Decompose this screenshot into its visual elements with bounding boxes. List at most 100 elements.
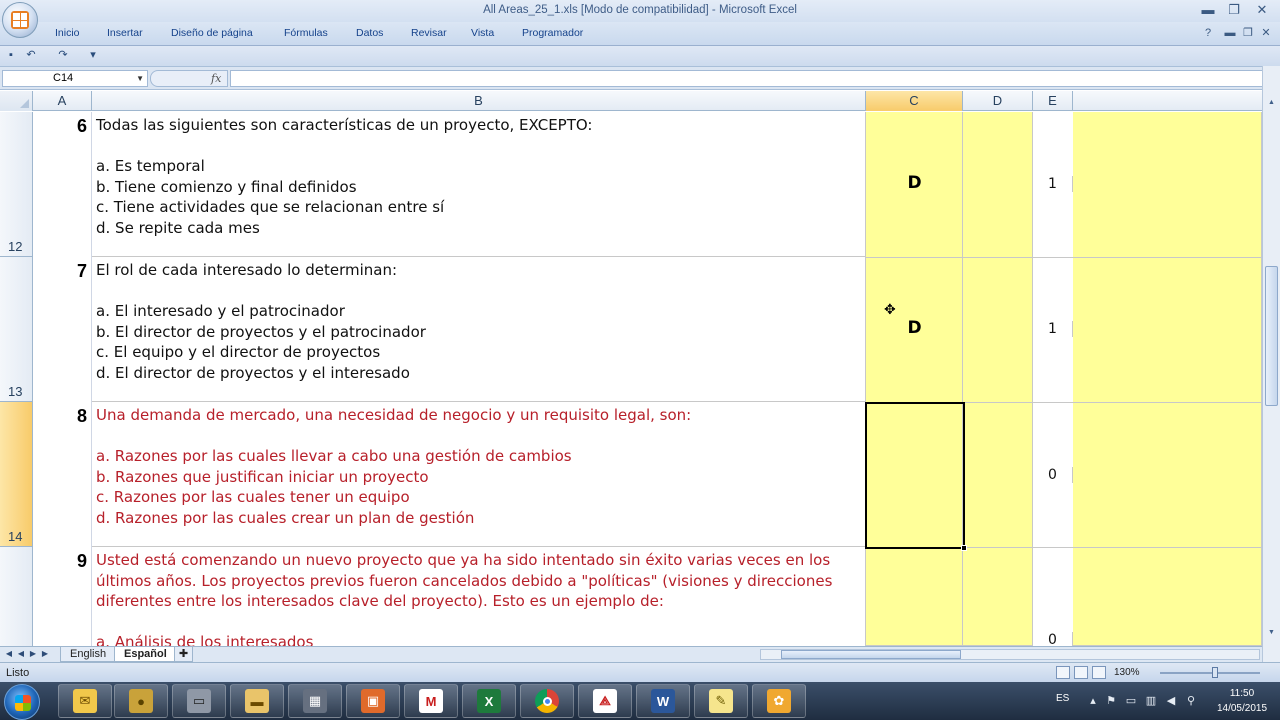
pdf-icon: ⟁ (593, 689, 617, 713)
tab-revisar[interactable]: Revisar (411, 27, 447, 39)
taskbar-notes[interactable]: ✎ (694, 684, 748, 718)
start-button[interactable] (4, 684, 40, 720)
horizontal-scroll-thumb[interactable] (781, 650, 961, 659)
zoom-knob[interactable] (1212, 667, 1218, 678)
formula-bar: C14 ▼ fx (0, 66, 1280, 90)
cell-b14[interactable]: Una demanda de mercado, una necesidad de… (92, 402, 866, 547)
score-cell-e14[interactable]: 0 (1033, 467, 1073, 483)
scroll-up-icon[interactable]: ▲ (1265, 96, 1278, 110)
taskbar-chrome[interactable] (520, 684, 574, 718)
cell-b13[interactable]: El rol de cada interesado lo determinan:… (92, 257, 866, 402)
cell-b15[interactable]: Usted está comenzando un nuevo proyecto … (92, 547, 866, 646)
taskbar-coins[interactable]: ● (114, 684, 168, 718)
answer-cell-c13[interactable]: D (866, 318, 963, 338)
zoom-slider[interactable] (1160, 667, 1260, 678)
score-cell-e13[interactable]: 1 (1033, 321, 1073, 337)
column-header-c[interactable]: C (866, 91, 963, 111)
show-hidden-icons-icon[interactable]: ▴ (1086, 694, 1100, 708)
taskbar-slides[interactable]: ▣ (346, 684, 400, 718)
taskbar-scanner[interactable]: ▭ (172, 684, 226, 718)
name-box[interactable]: C14 ▼ (2, 70, 148, 87)
sheet-tab-espanol[interactable]: Español (114, 647, 177, 662)
ribbon-minimize-icon[interactable]: ▬ (1222, 25, 1238, 41)
taskbar-calculator[interactable]: ▦ (288, 684, 342, 718)
row-header-12[interactable]: 12 (0, 112, 33, 257)
formula-input[interactable] (230, 70, 1266, 87)
office-button[interactable] (2, 2, 38, 38)
tab-insertar[interactable]: Insertar (107, 27, 143, 39)
usb-icon[interactable]: ⚲ (1184, 694, 1198, 708)
ribbon-restore-icon[interactable]: ❐ (1240, 25, 1256, 41)
active-cell-c14[interactable] (865, 402, 967, 551)
clock-time[interactable]: 11:50 (1214, 688, 1270, 699)
cell-a13[interactable]: 7 (33, 257, 92, 402)
cell-b12[interactable]: Todas las siguientes son características… (92, 112, 866, 257)
taskbar-excel[interactable]: X (462, 684, 516, 718)
horizontal-scrollbar[interactable] (760, 649, 1260, 660)
column-header-d[interactable]: D (963, 91, 1033, 111)
taskbar-m-app[interactable]: M (404, 684, 458, 718)
fill-handle[interactable] (961, 545, 967, 551)
sheet-tab-english[interactable]: English (60, 647, 117, 662)
cell-a12[interactable]: 6 (33, 112, 92, 257)
taskbar-pdf[interactable]: ⟁ (578, 684, 632, 718)
column-header-a[interactable]: A (33, 91, 92, 111)
page-break-view-icon[interactable] (1092, 666, 1106, 679)
redo-icon[interactable]: ↷ (56, 48, 70, 62)
row-header-15[interactable] (0, 547, 33, 646)
worksheet-grid[interactable]: A B C D E 12 6 Todas las siguientes son … (0, 91, 1262, 646)
vertical-scroll-thumb[interactable] (1265, 266, 1278, 406)
prev-sheet-icon[interactable]: ◀ (16, 649, 26, 658)
next-sheet-icon[interactable]: ▶ (28, 649, 38, 658)
fx-area: fx (150, 70, 228, 87)
select-all-corner[interactable] (0, 91, 33, 111)
ribbon-tabs: Inicio Insertar Diseño de página Fórmula… (0, 22, 1280, 46)
normal-view-icon[interactable] (1056, 666, 1070, 679)
clock-date[interactable]: 14/05/2015 (1210, 703, 1274, 714)
tab-datos[interactable]: Datos (356, 27, 383, 39)
action-center-icon[interactable]: ⚑ (1104, 694, 1118, 708)
customize-qat-icon[interactable]: ▾ (86, 48, 100, 62)
last-sheet-icon[interactable]: ▶ (40, 649, 50, 658)
undo-icon[interactable]: ↶ (24, 48, 38, 62)
score-cell-e12[interactable]: 1 (1033, 176, 1073, 192)
save-icon[interactable]: ▪ (4, 48, 18, 62)
answer-cell-c12[interactable]: D (866, 173, 963, 193)
zoom-level[interactable]: 130% (1114, 667, 1140, 678)
tab-inicio[interactable]: Inicio (55, 27, 80, 39)
language-indicator[interactable]: ES (1056, 693, 1069, 704)
window-title: All Areas_25_1.xls [Modo de compatibilid… (483, 4, 797, 16)
chevron-down-icon[interactable]: ▼ (136, 71, 144, 86)
column-header-b[interactable]: B (92, 91, 866, 111)
tab-programador[interactable]: Programador (522, 27, 583, 39)
tab-diseno-pagina[interactable]: Diseño de página (171, 27, 253, 39)
network-icon[interactable]: ▥ (1144, 694, 1158, 708)
page-layout-view-icon[interactable] (1074, 666, 1088, 679)
ribbon-close-icon[interactable]: ✕ (1258, 25, 1274, 41)
vertical-scrollbar[interactable]: ▲ ▼ (1262, 66, 1280, 662)
tab-vista[interactable]: Vista (471, 27, 494, 39)
close-button[interactable]: ✕ (1250, 1, 1274, 19)
scroll-down-icon[interactable]: ▼ (1265, 626, 1278, 640)
volume-icon[interactable]: ◀ (1164, 694, 1178, 708)
minimize-button[interactable]: ▬ (1196, 1, 1220, 19)
row-header-14[interactable]: 14 (0, 402, 33, 547)
score-cell-e15[interactable]: 0 (1033, 632, 1073, 646)
power-icon[interactable]: ▭ (1124, 694, 1138, 708)
row-header-13[interactable]: 13 (0, 257, 33, 402)
taskbar-word[interactable]: W (636, 684, 690, 718)
taskbar-flower[interactable]: ✿ (752, 684, 806, 718)
first-sheet-icon[interactable]: ◀ (4, 649, 14, 658)
taskbar-outlook[interactable]: ✉ (58, 684, 112, 718)
column-header-f[interactable] (1073, 91, 1262, 111)
column-header-e[interactable]: E (1033, 91, 1073, 111)
insert-sheet-icon[interactable]: ✚ (174, 647, 194, 662)
help-icon[interactable]: ? (1200, 25, 1216, 41)
tab-formulas[interactable]: Fórmulas (284, 27, 328, 39)
insert-function-icon[interactable]: fx (211, 72, 221, 85)
maximize-button[interactable]: ❐ (1222, 1, 1246, 19)
taskbar-folder[interactable]: ▬ (230, 684, 284, 718)
cell-a15[interactable]: 9 (33, 547, 92, 646)
cell-a14[interactable]: 8 (33, 402, 92, 547)
column-d-fill (963, 112, 1033, 646)
